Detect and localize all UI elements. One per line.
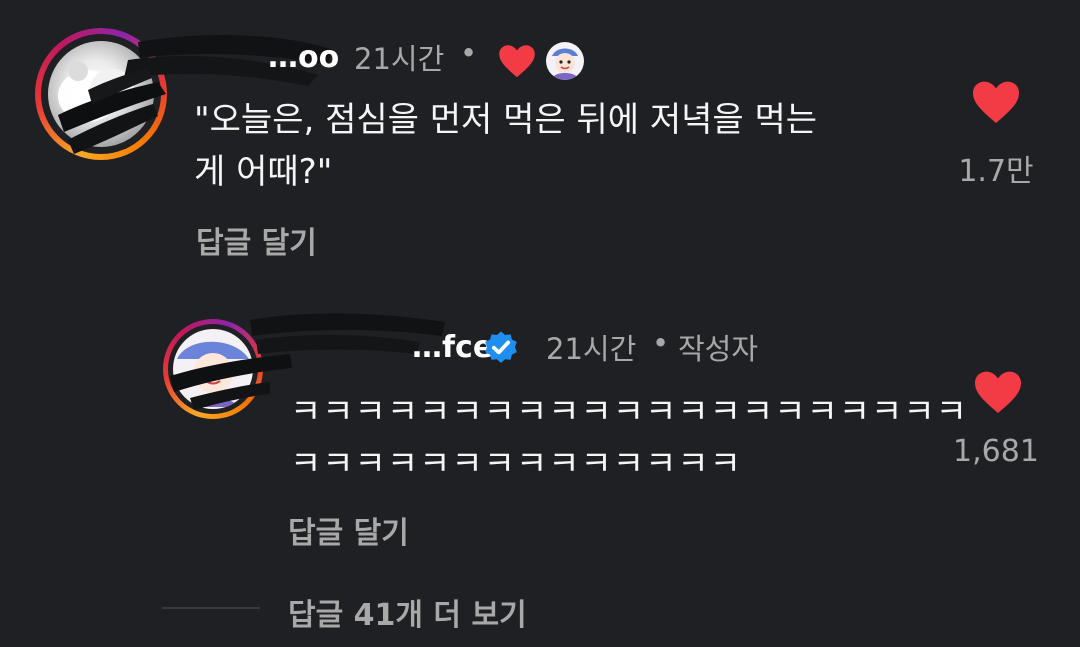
creator-liked-heart-icon <box>499 45 535 78</box>
comment-username[interactable]: …fce <box>412 330 493 365</box>
comment-text: "오늘은, 점심을 먼저 먹은 뒤에 저녁을 먹는 게 어때?" <box>194 94 817 198</box>
creator-avatar-icon <box>546 42 584 80</box>
like-heart-icon[interactable] <box>974 370 1022 414</box>
like-count: 1,681 <box>953 434 1039 469</box>
meta-separator: • <box>652 326 670 360</box>
comment-time: 21시간 <box>354 42 445 76</box>
like-heart-icon[interactable] <box>972 80 1020 124</box>
comment-text: ㅋㅋㅋㅋㅋㅋㅋㅋㅋㅋㅋㅋㅋㅋㅋㅋㅋㅋㅋㅋㅋ ㅋㅋㅋㅋㅋㅋㅋㅋㅋㅋㅋㅋㅋㅋ <box>290 386 968 490</box>
comment-text-line: 게 어때?" <box>194 152 333 192</box>
comment-username[interactable]: …oo <box>268 40 339 75</box>
view-more-replies-button[interactable]: 답글 41개 더 보기 <box>288 590 527 634</box>
author-badge: 작성자 <box>678 332 759 366</box>
comment-text-line: ㅋㅋㅋㅋㅋㅋㅋㅋㅋㅋㅋㅋㅋㅋㅋㅋㅋㅋㅋㅋㅋ <box>290 392 968 432</box>
comment-text-line: "오늘은, 점심을 먼저 먹은 뒤에 저녁을 먹는 <box>194 100 818 140</box>
verified-badge-icon <box>485 331 517 363</box>
comment-time: 21시간 <box>546 332 637 366</box>
reply-button[interactable]: 답글 달기 <box>288 508 409 552</box>
like-count: 1.7만 <box>958 154 1034 189</box>
replies-divider <box>162 607 260 609</box>
meta-separator: • <box>460 36 478 70</box>
reply-button[interactable]: 답글 달기 <box>196 218 317 262</box>
comments-screen: …oo 21시간 • "오늘은, 점심을 먼저 먹은 뒤에 저녁을 먹는 게 어… <box>0 0 1080 647</box>
comment-text-line: ㅋㅋㅋㅋㅋㅋㅋㅋㅋㅋㅋㅋㅋㅋ <box>290 444 742 484</box>
